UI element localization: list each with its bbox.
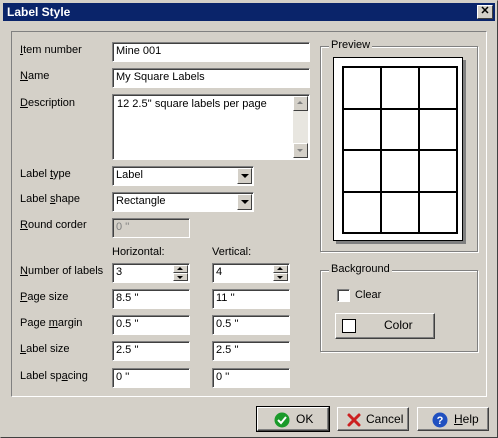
preview-label-cell: [380, 149, 420, 193]
color-swatch: [342, 319, 356, 333]
chevron-up-icon: [177, 267, 183, 270]
help-icon: ?: [432, 412, 448, 428]
preview-label-cell: [342, 66, 382, 110]
help-button[interactable]: ? Help: [417, 407, 489, 431]
description-text: 12 2.5'' square labels per page: [117, 98, 267, 110]
background-group: Background Clear Color: [320, 263, 478, 352]
horizontal-spacing-input[interactable]: 0 '': [112, 368, 190, 388]
preview-page: [333, 57, 463, 241]
color-button-label: Color: [384, 318, 413, 332]
scroll-up-button[interactable]: [293, 96, 308, 111]
vertical-spacing-input[interactable]: 0 '': [212, 368, 290, 388]
label-type-value: Label: [116, 169, 143, 181]
scroll-down-button[interactable]: [293, 143, 308, 158]
chevron-up-icon: [277, 267, 283, 270]
chevron-down-icon: [177, 276, 183, 279]
label-type-select[interactable]: Label: [112, 166, 254, 186]
horizontal-count-spinner[interactable]: 3: [112, 263, 190, 283]
preview-label-cell: [342, 190, 382, 234]
window-title: Label Style: [7, 5, 71, 19]
round-corder-label: Round corder: [20, 219, 87, 231]
label-type-label: Label type: [20, 168, 71, 180]
vertical-header: Vertical:: [212, 246, 252, 258]
preview-label-cell: [342, 107, 382, 151]
vertical-count-spinner[interactable]: 4: [212, 263, 290, 283]
label-width-input[interactable]: 2.5 '': [112, 341, 190, 361]
horizontal-count-value: 3: [116, 266, 123, 278]
check-icon: [274, 412, 290, 428]
close-icon: ✕: [480, 5, 490, 17]
name-label: Name: [20, 70, 50, 82]
label-style-dialog: Label Style ✕ Item number Mine 001 Name …: [0, 0, 498, 438]
label-height-input[interactable]: 2.5 '': [212, 341, 290, 361]
preview-label-cell: [418, 107, 458, 151]
description-textarea[interactable]: 12 2.5'' square labels per page: [112, 94, 310, 160]
cancel-button[interactable]: Cancel: [337, 407, 409, 431]
title-bar[interactable]: Label Style ✕: [3, 3, 495, 21]
label-spacing-label: Label spacing: [20, 370, 88, 382]
chevron-down-icon: [297, 149, 303, 152]
preview-label-cell: [418, 149, 458, 193]
ok-button[interactable]: OK: [256, 406, 330, 432]
horizontal-margin-input[interactable]: 0.5 '': [112, 315, 190, 335]
chevron-down-icon: [241, 200, 249, 204]
color-button[interactable]: Color: [335, 313, 435, 339]
spin-down-button[interactable]: [173, 273, 188, 281]
number-of-labels-label: Number of labels: [20, 265, 104, 277]
label-shape-label: Label shape: [20, 193, 80, 205]
preview-title: Preview: [329, 39, 373, 52]
label-shape-dropdown-button[interactable]: [237, 194, 252, 210]
spin-up-button[interactable]: [173, 265, 188, 273]
page-height-input[interactable]: 11 '': [212, 289, 290, 309]
ok-label: OK: [296, 412, 314, 426]
help-label: Help: [454, 412, 479, 426]
label-size-label: Label size: [20, 343, 70, 355]
svg-text:?: ?: [437, 415, 444, 427]
preview-label-cell: [418, 190, 458, 234]
x-icon: [347, 413, 361, 427]
clear-label: Clear: [355, 289, 382, 301]
chevron-down-icon: [241, 174, 249, 178]
item-number-label: Item number: [20, 44, 82, 56]
description-scrollbar[interactable]: [293, 96, 308, 158]
page-size-label: Page size: [20, 291, 69, 303]
round-corder-input: 0 '': [112, 218, 190, 238]
label-grid: [342, 66, 458, 234]
dialog-body: Item number Mine 001 Name My Square Labe…: [11, 31, 487, 397]
vertical-count-value: 4: [216, 266, 223, 278]
preview-label-cell: [380, 66, 420, 110]
preview-label-cell: [418, 66, 458, 110]
spin-down-button[interactable]: [273, 273, 288, 281]
name-input[interactable]: My Square Labels: [112, 68, 310, 88]
close-button[interactable]: ✕: [477, 5, 493, 19]
preview-group: Preview: [320, 39, 478, 252]
label-shape-value: Rectangle: [116, 195, 166, 207]
description-label: Description: [20, 97, 76, 109]
preview-label-cell: [380, 107, 420, 151]
preview-label-cell: [342, 149, 382, 193]
horizontal-header: Horizontal:: [112, 246, 165, 258]
cancel-label: Cancel: [366, 412, 404, 426]
clear-checkbox[interactable]: [337, 289, 350, 302]
label-type-dropdown-button[interactable]: [237, 168, 252, 184]
page-margin-label: Page margin: [20, 317, 83, 329]
chevron-up-icon: [297, 101, 303, 104]
vertical-margin-input[interactable]: 0.5 '': [212, 315, 290, 335]
item-number-input[interactable]: Mine 001: [112, 42, 310, 62]
page-width-input[interactable]: 8.5 '': [112, 289, 190, 309]
chevron-down-icon: [277, 276, 283, 279]
label-shape-select[interactable]: Rectangle: [112, 192, 254, 212]
preview-label-cell: [380, 190, 420, 234]
background-title: Background: [329, 263, 392, 276]
spin-up-button[interactable]: [273, 265, 288, 273]
